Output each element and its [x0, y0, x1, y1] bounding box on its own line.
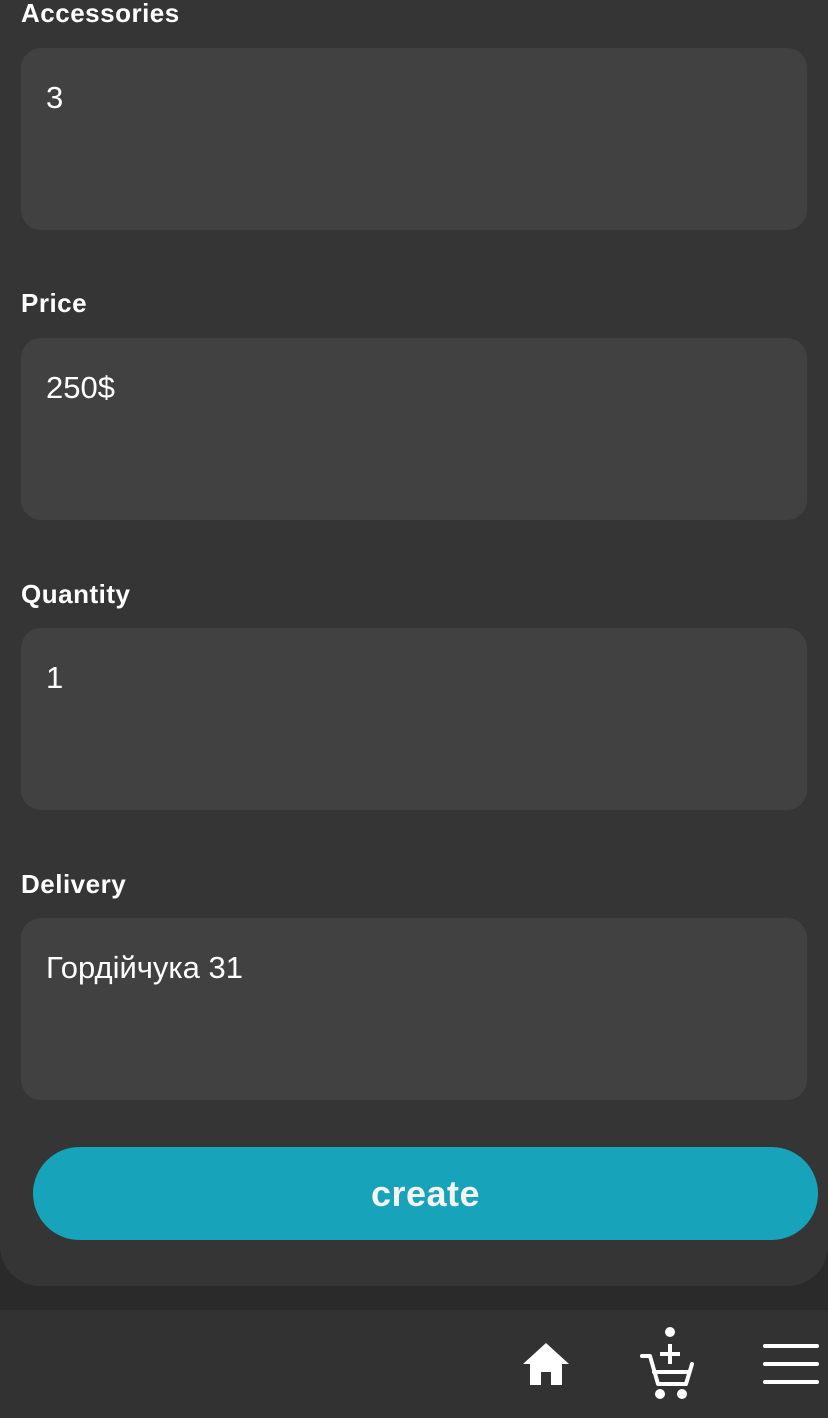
price-value: 250$ — [46, 370, 115, 405]
quantity-field[interactable]: 1 — [21, 628, 807, 810]
price-field[interactable]: 250$ — [21, 338, 807, 520]
accessories-label: Accessories — [21, 0, 180, 28]
bottom-nav — [0, 1310, 828, 1418]
form-card: Accessories 3 Price 250$ Quantity 1 Deli… — [0, 0, 828, 1286]
add-to-cart-icon[interactable] — [638, 1310, 698, 1418]
delivery-field[interactable]: Гордійчука 31 — [21, 918, 807, 1100]
quantity-label: Quantity — [21, 579, 131, 609]
home-icon[interactable] — [518, 1310, 574, 1418]
create-button[interactable]: create — [33, 1147, 818, 1240]
quantity-value: 1 — [46, 660, 64, 695]
order-form-screen: Accessories 3 Price 250$ Quantity 1 Deli… — [0, 0, 828, 1418]
price-label: Price — [21, 288, 88, 318]
delivery-value: Гордійчука 31 — [46, 950, 244, 985]
menu-icon[interactable] — [760, 1310, 822, 1418]
accessories-value: 3 — [46, 80, 64, 115]
accessories-field[interactable]: 3 — [21, 48, 807, 230]
delivery-label: Delivery — [21, 869, 127, 899]
